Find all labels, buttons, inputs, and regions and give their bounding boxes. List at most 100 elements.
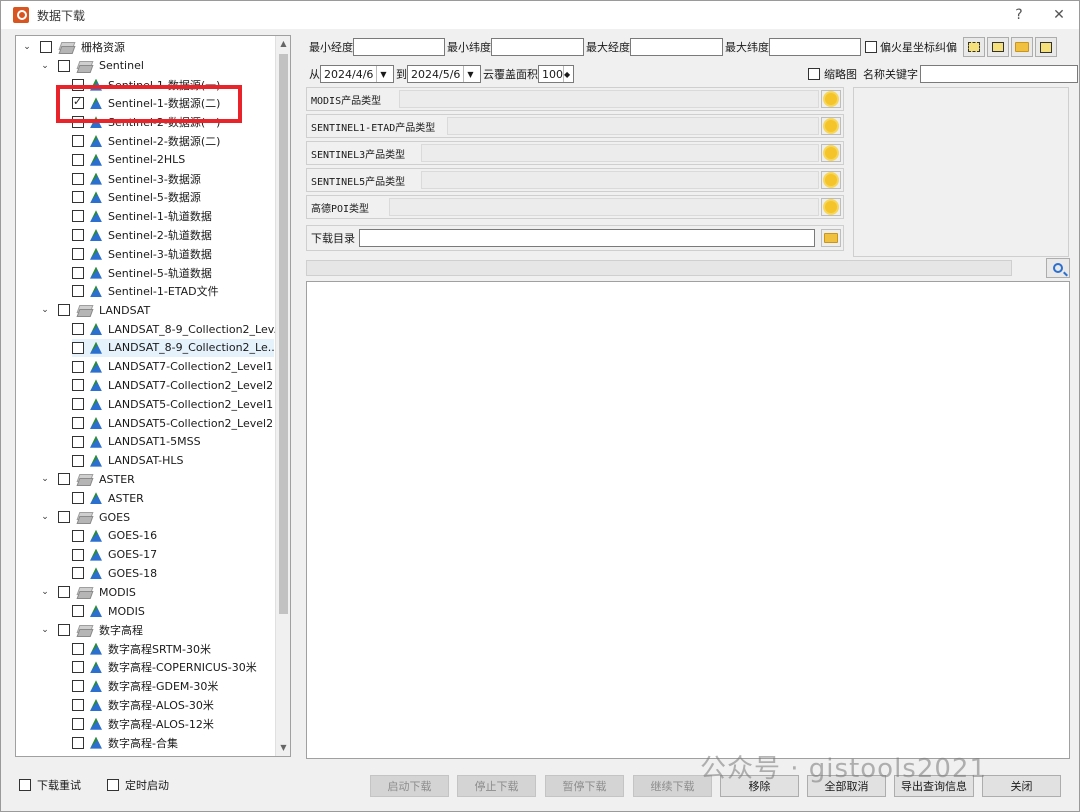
tree-checkbox[interactable] bbox=[72, 699, 84, 711]
tree-item[interactable]: Sentinel-1-数据源(二) bbox=[72, 94, 220, 112]
tree-checkbox[interactable] bbox=[72, 454, 84, 467]
thumbnail-checkbox[interactable] bbox=[808, 68, 820, 80]
tree-checkbox[interactable] bbox=[72, 172, 84, 185]
product-type-settings-button[interactable] bbox=[821, 117, 841, 135]
tree-item[interactable]: Sentinel-2HLS bbox=[72, 151, 185, 169]
retry-toggle[interactable]: 下载重试 bbox=[19, 777, 81, 793]
tree-checkbox[interactable] bbox=[72, 95, 84, 110]
min-lat-input[interactable] bbox=[491, 38, 584, 56]
tree-checkbox[interactable] bbox=[58, 623, 70, 636]
tree-item[interactable]: LANDSAT7-Collection2_Level1 bbox=[72, 358, 273, 376]
tree-scrollbar[interactable]: ▲ ▼ bbox=[275, 36, 290, 756]
search-button[interactable] bbox=[1046, 258, 1070, 278]
tree-item[interactable]: GOES-18 bbox=[72, 564, 157, 582]
export-query-button[interactable]: 导出查询信息 bbox=[894, 775, 974, 797]
tree-checkbox[interactable] bbox=[58, 586, 70, 599]
product-type-input[interactable] bbox=[447, 117, 819, 135]
tree-checkbox[interactable] bbox=[72, 266, 84, 279]
keyword-input[interactable] bbox=[920, 65, 1078, 83]
close-button[interactable]: ✕ bbox=[1039, 1, 1079, 29]
tree-checkbox[interactable] bbox=[72, 210, 84, 223]
resource-tree[interactable]: ⌄ 栅格资源 ⌄ Sentinel Sentinel-1-数据源(一) Sentinel-… bbox=[15, 35, 291, 757]
product-type-input[interactable] bbox=[389, 198, 819, 216]
tree-item[interactable]: 数字高程-合集 bbox=[72, 734, 178, 752]
retry-checkbox[interactable] bbox=[19, 779, 31, 791]
expand-toggle-icon[interactable]: ⌄ bbox=[40, 474, 50, 484]
product-type-input[interactable] bbox=[421, 171, 819, 189]
timer-toggle[interactable]: 定时启动 bbox=[107, 777, 169, 793]
tree-item[interactable]: LANDSAT5-Collection2_Level2 bbox=[72, 414, 273, 432]
product-type-input[interactable] bbox=[421, 144, 819, 162]
scroll-up-icon[interactable]: ▲ bbox=[276, 36, 290, 52]
tree-checkbox[interactable] bbox=[72, 360, 84, 373]
tree-checkbox[interactable] bbox=[72, 153, 84, 166]
tree-checkbox[interactable] bbox=[72, 323, 84, 335]
start-download-button[interactable]: 启动下载 bbox=[370, 775, 449, 797]
tree-checkbox[interactable] bbox=[58, 511, 70, 523]
tree-checkbox[interactable] bbox=[58, 59, 70, 72]
min-lon-input[interactable] bbox=[353, 38, 445, 56]
select-area-button[interactable] bbox=[987, 37, 1009, 57]
product-type-settings-button[interactable] bbox=[821, 90, 841, 108]
tree-group[interactable]: ⌄ 数字高程 bbox=[40, 621, 143, 639]
remove-button[interactable]: 移除 bbox=[720, 775, 799, 797]
tree-checkbox[interactable] bbox=[72, 417, 84, 429]
expand-toggle-icon[interactable]: ⌄ bbox=[22, 42, 32, 52]
tree-checkbox[interactable] bbox=[72, 229, 84, 241]
stop-download-button[interactable]: 停止下载 bbox=[457, 775, 536, 797]
tree-checkbox[interactable] bbox=[58, 304, 70, 317]
scroll-thumb[interactable] bbox=[279, 54, 288, 614]
tree-checkbox[interactable] bbox=[72, 642, 84, 655]
tree-item[interactable]: 数字高程-ALOS-30米 bbox=[72, 696, 214, 714]
tree-item[interactable]: 数字高程-GDEM-30米 bbox=[72, 677, 218, 695]
browse-folder-button[interactable] bbox=[821, 229, 841, 247]
tree-checkbox[interactable] bbox=[72, 78, 84, 91]
to-date-picker[interactable]: 2024/5/6 ▼ bbox=[407, 65, 481, 83]
tree-item[interactable]: Sentinel-3-轨道数据 bbox=[72, 245, 212, 263]
tree-item[interactable]: 数字高程SRTM-30米 bbox=[72, 640, 211, 658]
expand-toggle-icon[interactable]: ⌄ bbox=[40, 61, 50, 71]
max-lat-input[interactable] bbox=[769, 38, 861, 56]
tree-group[interactable]: ⌄ ASTER bbox=[40, 470, 135, 488]
tree-item[interactable]: LANDSAT1-5MSS bbox=[72, 433, 201, 451]
tree-checkbox[interactable] bbox=[72, 398, 84, 411]
open-folder-button[interactable] bbox=[1011, 37, 1033, 57]
tree-item[interactable]: Sentinel-5-轨道数据 bbox=[72, 264, 212, 282]
tree-group[interactable]: ⌄ Sentinel bbox=[40, 57, 144, 75]
draw-rect-button[interactable] bbox=[963, 37, 985, 57]
tree-item[interactable]: Sentinel-2-轨道数据 bbox=[72, 226, 212, 244]
tree-group[interactable]: ⌄ GOES bbox=[40, 508, 130, 526]
cloud-stepper[interactable]: 100 ◆ bbox=[538, 65, 574, 83]
product-type-input[interactable] bbox=[399, 90, 819, 108]
tree-checkbox[interactable] bbox=[72, 341, 84, 354]
cancel-all-button[interactable]: 全部取消 bbox=[807, 775, 886, 797]
max-lon-input[interactable] bbox=[630, 38, 723, 56]
tree-item[interactable]: GOES-17 bbox=[72, 546, 157, 564]
tree-item[interactable]: LANDSAT_8-9_Collection2_Le... bbox=[72, 338, 278, 357]
tree-checkbox[interactable] bbox=[72, 736, 84, 749]
tree-checkbox[interactable] bbox=[72, 285, 84, 298]
tree-checkbox[interactable] bbox=[72, 567, 84, 580]
help-button[interactable]: ? bbox=[999, 1, 1039, 29]
expand-toggle-icon[interactable]: ⌄ bbox=[40, 587, 50, 597]
tree-group[interactable]: ⌄ MODIS bbox=[40, 583, 136, 601]
tree-item[interactable]: 数字高程-ALOS-12米 bbox=[72, 715, 214, 733]
tree-checkbox[interactable] bbox=[72, 548, 84, 561]
tree-checkbox[interactable] bbox=[40, 41, 52, 53]
product-type-settings-button[interactable] bbox=[821, 144, 841, 162]
tree-checkbox[interactable] bbox=[72, 717, 84, 730]
tree-item[interactable]: LANDSAT_8-9_Collection2_Lev... bbox=[72, 320, 284, 338]
tree-item[interactable]: ASTER bbox=[72, 489, 144, 507]
tree-checkbox[interactable] bbox=[72, 247, 84, 260]
expand-toggle-icon[interactable]: ⌄ bbox=[40, 305, 50, 315]
tree-checkbox[interactable] bbox=[72, 680, 84, 693]
load-shape-button[interactable] bbox=[1035, 37, 1057, 57]
resume-download-button[interactable]: 继续下载 bbox=[633, 775, 712, 797]
tree-item[interactable]: Sentinel-3-数据源 bbox=[72, 170, 201, 188]
tree-item[interactable]: LANDSAT5-Collection2_Level1 bbox=[72, 395, 273, 413]
tree-item[interactable]: Sentinel-2-数据源(一) bbox=[72, 113, 220, 131]
tree-checkbox[interactable] bbox=[72, 435, 84, 448]
download-dir-input[interactable] bbox=[359, 229, 815, 247]
tree-item[interactable]: LANDSAT-HLS bbox=[72, 452, 184, 470]
tree-group[interactable]: ⌄ LANDSAT bbox=[40, 301, 150, 319]
